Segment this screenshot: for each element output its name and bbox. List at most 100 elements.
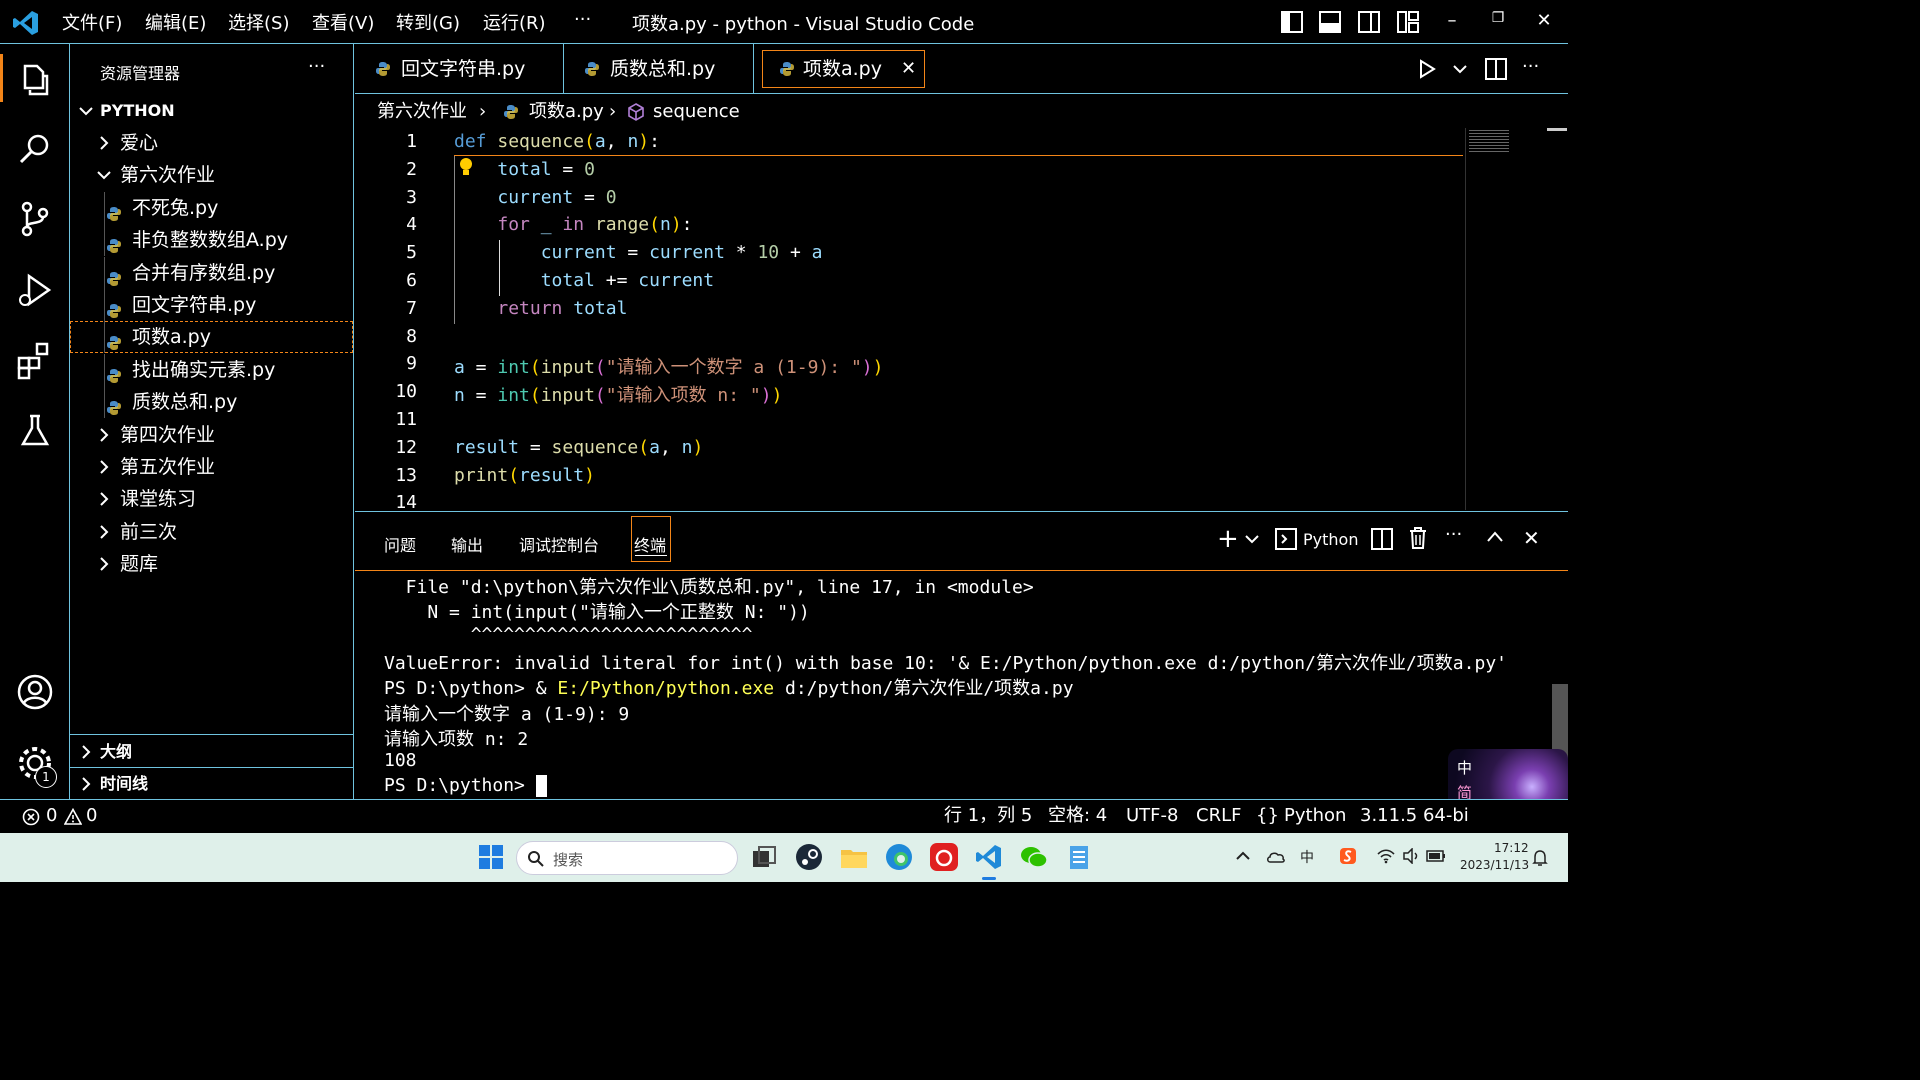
terminal-line: 请输入项数 n: 2 [384, 725, 528, 751]
breadcrumb-file[interactable]: 项数a.py [529, 96, 604, 128]
tray-ime-indicator[interactable]: 中 [1300, 847, 1314, 867]
timeline-section[interactable]: 时间线 [70, 768, 353, 800]
search-icon[interactable] [13, 126, 57, 170]
source-control-icon[interactable] [13, 197, 57, 241]
tree-file[interactable]: 质数总和.py [70, 386, 353, 419]
scrollbar-indicator[interactable] [1547, 128, 1567, 131]
tree-file[interactable]: 不死兔.py [70, 191, 353, 224]
code-editor[interactable]: 1 def sequence(a, n): 2 total = 0 3 current… [355, 128, 1568, 510]
testing-icon[interactable] [13, 408, 57, 452]
tree-file[interactable]: 合并有序数组.py [70, 256, 353, 289]
minimap[interactable] [1469, 130, 1509, 152]
panel-tab-output[interactable]: 输出 [451, 532, 483, 556]
run-python-file-icon[interactable] [1417, 59, 1437, 79]
maximize-panel-chevron-up-icon[interactable] [1487, 530, 1503, 544]
close-panel-icon[interactable]: ✕ [1523, 526, 1540, 550]
tree-folder[interactable]: 爱心 [70, 127, 353, 159]
notification-bell-icon[interactable] [1532, 849, 1548, 867]
menu-file[interactable]: 文件(F) [62, 9, 122, 35]
tab-zhishu[interactable]: 质数总和.py [564, 44, 754, 94]
panel-tab-terminal-label: 终端 [634, 536, 667, 555]
notepad-icon[interactable] [1064, 842, 1094, 872]
tree-folder[interactable]: 第六次作业 [70, 159, 353, 191]
eol-status[interactable]: CRLF [1196, 800, 1241, 832]
tray-chevron-up-icon[interactable] [1236, 851, 1250, 861]
accounts-icon[interactable] [13, 670, 57, 714]
volume-icon[interactable] [1402, 848, 1420, 864]
ime-mode[interactable]: 中 [1457, 757, 1472, 778]
tree-file[interactable]: 找出确实元素.py [70, 353, 353, 386]
tree-file-selected[interactable]: 项数a.py [70, 321, 353, 354]
tree-file[interactable]: 回文字符串.py [70, 289, 353, 321]
breadcrumb-folder[interactable]: 第六次作业 [377, 96, 467, 128]
edge-icon[interactable] [884, 842, 914, 872]
taskbar-date[interactable]: 2023/11/13 [1460, 858, 1529, 872]
encoding-status[interactable]: UTF-8 [1126, 800, 1178, 832]
tab-xiangshu-active[interactable]: 项数a.py ✕ [762, 50, 925, 88]
run-debug-icon[interactable] [13, 268, 57, 312]
editor-more-icon[interactable]: ··· [1522, 56, 1539, 77]
split-terminal-icon[interactable] [1371, 528, 1393, 550]
menu-more[interactable]: ··· [574, 9, 591, 30]
minimize-icon[interactable]: – [1440, 10, 1464, 34]
wechat-icon[interactable] [1019, 842, 1049, 872]
python-file-icon [585, 62, 599, 76]
kill-terminal-trash-icon[interactable] [1408, 526, 1428, 550]
file-explorer-icon[interactable] [839, 842, 869, 872]
netease-music-icon[interactable] [929, 842, 959, 872]
windows-start-icon[interactable] [476, 842, 506, 872]
battery-icon[interactable] [1426, 849, 1446, 863]
terminal-line-text: File "d:\python\第六次作业\质数总和.py", line 17,… [384, 577, 1034, 598]
workspace-root[interactable]: PYTHON [70, 95, 353, 127]
customize-layout-icon[interactable] [1397, 11, 1419, 33]
menu-view[interactable]: 查看(V) [312, 9, 374, 35]
terminal-name[interactable]: Python [1303, 530, 1358, 549]
interpreter-version[interactable]: 3.11.5 64-bi [1360, 800, 1469, 832]
chevron-down-icon[interactable] [1453, 64, 1467, 74]
toggle-secondary-sidebar-icon[interactable] [1358, 11, 1380, 33]
tree-folder[interactable]: 题库 [70, 548, 353, 580]
language-mode[interactable]: Python [1284, 800, 1346, 832]
line-number: 9 [406, 353, 417, 375]
split-editor-icon[interactable] [1485, 58, 1507, 80]
terminal-cursor [535, 775, 547, 798]
tab-huiwen[interactable]: 回文字符串.py [355, 44, 564, 94]
taskbar-time[interactable]: 17:12 [1494, 841, 1529, 855]
tree-folder[interactable]: 课堂练习 [70, 483, 353, 515]
explorer-icon[interactable] [13, 56, 57, 100]
toggle-primary-sidebar-icon[interactable] [1281, 11, 1303, 33]
panel-tab-problems[interactable]: 问题 [384, 532, 416, 556]
wifi-icon[interactable] [1377, 848, 1395, 864]
steam-icon[interactable] [794, 842, 824, 872]
terminal[interactable]: File "d:\python\第六次作业\质数总和.py", line 17,… [355, 570, 1568, 801]
panel-tab-debug-console[interactable]: 调试控制台 [519, 532, 599, 556]
onedrive-cloud-icon[interactable] [1266, 848, 1286, 864]
outline-section[interactable]: 大纲 [70, 736, 353, 768]
cursor-position[interactable]: 行 1，列 5 [944, 800, 1032, 832]
problems-status[interactable]: 0 0 [22, 800, 102, 832]
task-view-icon[interactable] [749, 842, 779, 872]
extensions-icon[interactable] [13, 338, 57, 382]
menu-selection[interactable]: 选择(S) [228, 9, 289, 35]
breadcrumb-symbol[interactable]: sequence [653, 96, 740, 128]
new-terminal-icon[interactable]: + [1217, 524, 1239, 554]
restore-icon[interactable]: ❐ [1486, 10, 1510, 34]
vscode-icon[interactable] [974, 842, 1004, 872]
taskbar-search-box[interactable]: 搜索 [516, 841, 738, 875]
menu-edit[interactable]: 编辑(E) [145, 9, 206, 35]
panel-more-icon[interactable]: ··· [1445, 524, 1462, 545]
tree-folder[interactable]: 第四次作业 [70, 419, 353, 451]
tree-file[interactable]: 非负整数数组A.py [70, 224, 353, 257]
panel-tab-terminal-active[interactable]: 终端 [631, 516, 671, 562]
indentation-status[interactable]: 空格: 4 [1048, 800, 1107, 832]
menu-go[interactable]: 转到(G) [396, 9, 460, 35]
tree-folder[interactable]: 前三次 [70, 516, 353, 548]
menu-run[interactable]: 运行(R) [483, 9, 546, 35]
chevron-down-icon[interactable] [1245, 534, 1259, 544]
tree-folder[interactable]: 第五次作业 [70, 451, 353, 483]
toggle-panel-icon[interactable] [1319, 11, 1341, 33]
tab-close-icon[interactable]: ✕ [901, 51, 916, 87]
sogou-ime-icon[interactable] [1339, 847, 1357, 865]
close-icon[interactable]: ✕ [1532, 10, 1556, 34]
sidebar-more-button[interactable]: ··· [308, 56, 325, 77]
